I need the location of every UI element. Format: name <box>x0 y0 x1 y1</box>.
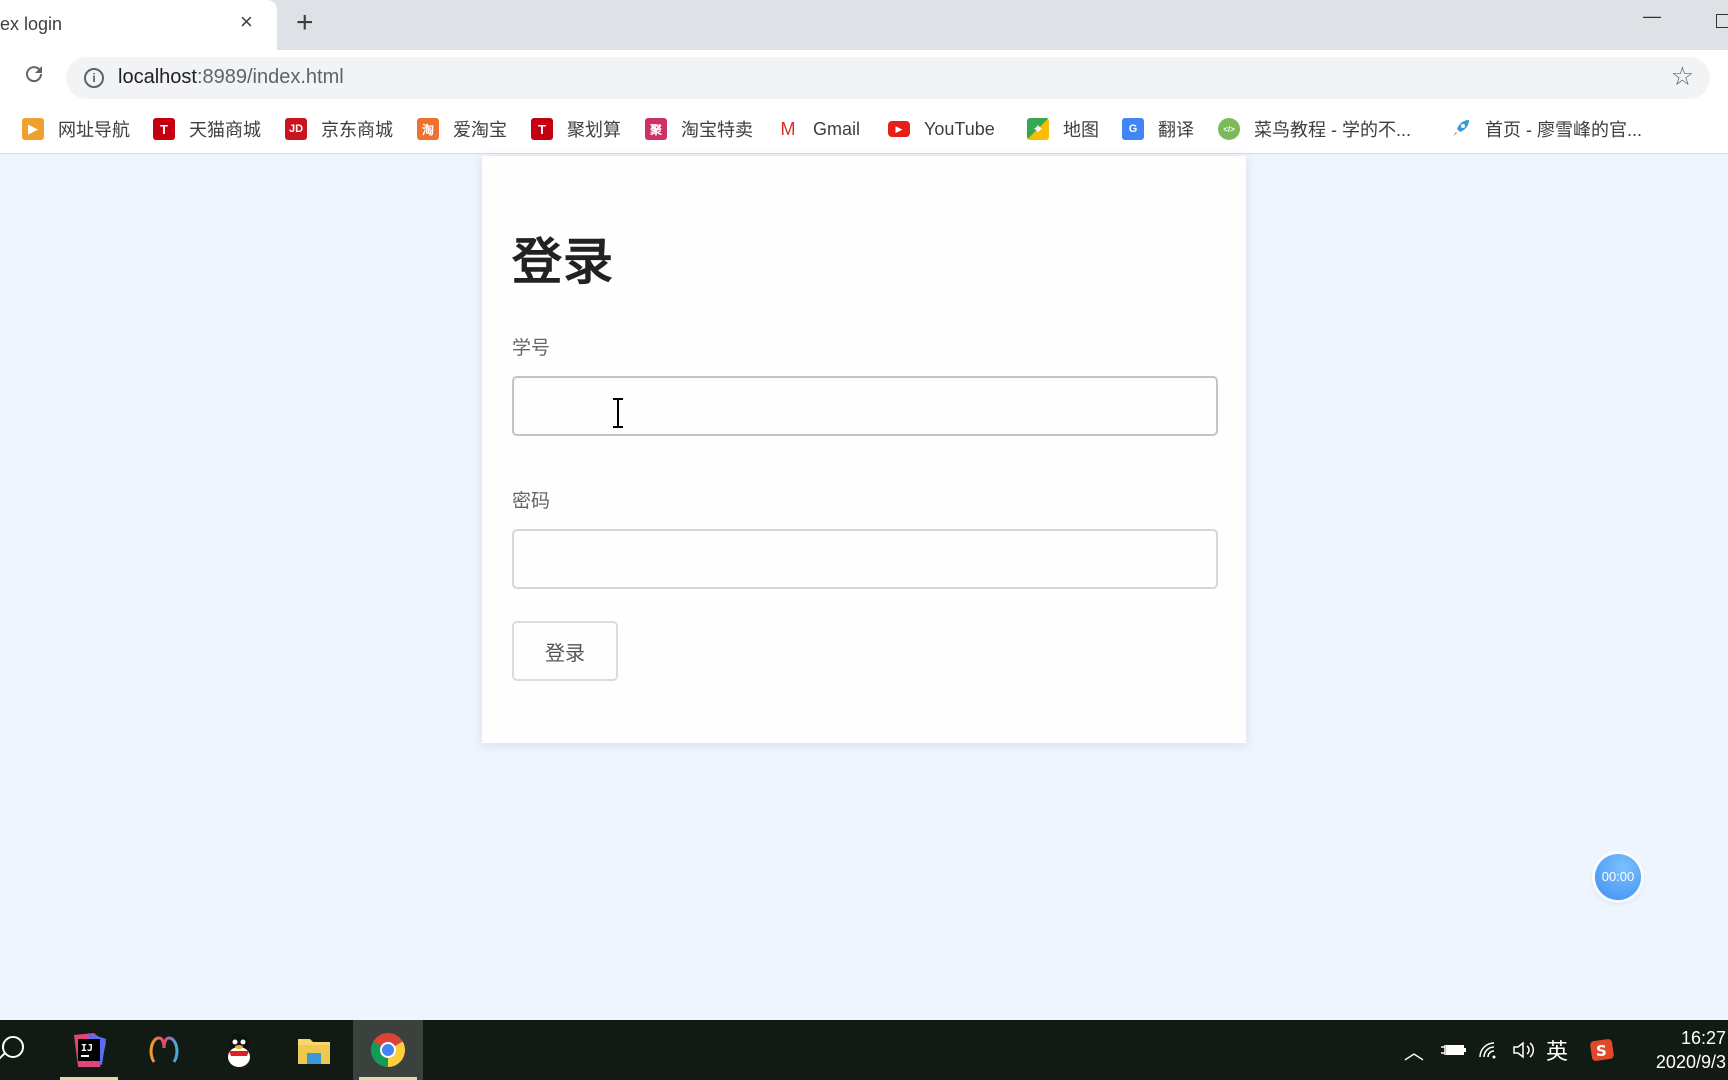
tmall-icon: T <box>153 118 175 140</box>
youtube-icon: ▶ <box>888 121 910 137</box>
clock-time: 16:27 <box>1680 1028 1726 1048</box>
battery-icon[interactable] <box>1440 1020 1466 1080</box>
bookmark-item[interactable]: M Gmail <box>777 116 861 142</box>
arrow-icon: ▶ <box>22 118 44 140</box>
bookmark-label: 首页 - 廖雪峰的官... <box>1485 120 1642 140</box>
juhuasuan-icon: T <box>531 118 553 140</box>
bookmark-item[interactable]: 聚 淘宝特卖 <box>645 116 753 142</box>
wifi-icon[interactable] <box>1478 1020 1500 1080</box>
bookmark-item[interactable]: ⌖ 地图 <box>1027 116 1099 142</box>
reload-icon[interactable] <box>22 62 46 91</box>
jd-icon: JD <box>285 118 307 140</box>
gmail-icon: M <box>780 118 796 139</box>
bookmark-item[interactable]: 淘 爱淘宝 <box>417 116 507 142</box>
bookmark-item[interactable]: ▶ 网址导航 <box>22 116 130 142</box>
bookmark-label: 聚划算 <box>567 120 621 140</box>
volume-icon[interactable] <box>1512 1020 1536 1080</box>
rocket-icon <box>1449 118 1471 140</box>
tab-strip: ex login × + — <box>0 0 1728 50</box>
tab-title: ex login <box>0 14 63 34</box>
bookmark-label: 京东商城 <box>321 120 393 140</box>
clock-date: 2020/9/3 <box>1655 1052 1726 1072</box>
login-card: 登录 学号 密码 登录 <box>482 156 1246 743</box>
bookmark-item[interactable]: </> 菜鸟教程 - 学的不... <box>1218 116 1411 142</box>
address-bar[interactable]: i localhost:8989/index.html ☆ <box>66 57 1710 99</box>
qq-icon <box>228 1033 250 1067</box>
sogou-ime-icon[interactable]: S <box>1590 1020 1614 1080</box>
url-text[interactable]: localhost:8989/index.html <box>118 66 344 89</box>
new-tab-icon[interactable]: + <box>296 8 314 38</box>
bookmark-label: YouTube <box>924 118 995 139</box>
bookmark-label: 翻译 <box>1158 120 1194 140</box>
taskbar-app-intellij[interactable]: IJ <box>54 1020 124 1080</box>
search-icon[interactable] <box>2 1036 24 1058</box>
browser-tab[interactable]: ex login × <box>0 0 277 50</box>
svg-text:IJ: IJ <box>81 1043 93 1054</box>
ime-indicator[interactable]: 英 <box>1546 1020 1568 1080</box>
bookmark-label: 地图 <box>1063 120 1099 140</box>
taobao-sale-icon: 聚 <box>645 118 667 140</box>
bookmark-label: 淘宝特卖 <box>681 120 753 140</box>
chrome-icon <box>371 1033 405 1067</box>
translate-icon: G <box>1122 118 1144 140</box>
svg-text:S: S <box>1596 1042 1607 1060</box>
folder-icon <box>298 1039 330 1064</box>
runoob-icon: </> <box>1218 118 1240 140</box>
student-id-label: 学号 <box>512 338 551 359</box>
bookmark-label: 网址导航 <box>58 120 130 140</box>
restore-window-icon[interactable] <box>1716 14 1728 28</box>
bookmarks-bar: ▶ 网址导航 T 天猫商城 JD 京东商城 淘 爱淘宝 T 聚划算 聚 淘宝特卖… <box>0 106 1728 154</box>
system-clock[interactable]: 16:27 2020/9/3 <box>1640 1026 1726 1074</box>
info-icon[interactable]: i <box>84 68 104 88</box>
intellij-icon: IJ <box>74 1033 106 1067</box>
bookmark-item[interactable]: 首页 - 廖雪峰的官... <box>1449 116 1642 142</box>
url-path: :8989/index.html <box>196 66 344 88</box>
taskbar-app-file-explorer[interactable] <box>279 1020 349 1080</box>
bookmark-label: 爱淘宝 <box>453 120 507 140</box>
bookmark-item[interactable]: JD 京东商城 <box>285 116 393 142</box>
login-button[interactable]: 登录 <box>512 621 618 681</box>
navicat-icon <box>149 1036 179 1063</box>
taskbar-app-qq[interactable] <box>204 1020 274 1080</box>
page-title: 登录 <box>512 234 614 290</box>
page-content: 登录 学号 密码 登录 00:00 <box>0 154 1728 1020</box>
bookmark-item[interactable]: ▶ YouTube <box>888 116 995 142</box>
bookmark-item[interactable]: T 聚划算 <box>531 116 621 142</box>
bookmark-star-icon[interactable]: ☆ <box>1671 63 1694 89</box>
close-tab-icon[interactable]: × <box>240 11 253 33</box>
taskbar-app-navicat[interactable] <box>129 1020 199 1080</box>
taskbar-app-chrome[interactable] <box>353 1020 423 1080</box>
bookmark-item[interactable]: T 天猫商城 <box>153 116 261 142</box>
timer-badge[interactable]: 00:00 <box>1595 854 1641 900</box>
text-cursor-icon <box>613 398 623 428</box>
maps-icon: ⌖ <box>1027 118 1049 140</box>
bookmark-label: 天猫商城 <box>189 120 261 140</box>
bookmark-item[interactable]: G 翻译 <box>1122 116 1194 142</box>
taskbar: IJ ︿ 英 S 16:27 2020/9/3 <box>0 1020 1728 1080</box>
password-label: 密码 <box>512 491 551 512</box>
bookmark-label: Gmail <box>813 118 861 139</box>
bookmark-label: 菜鸟教程 - 学的不... <box>1254 120 1411 140</box>
password-input[interactable] <box>512 529 1218 589</box>
minimize-icon[interactable]: — <box>1643 6 1661 27</box>
browser-toolbar: i localhost:8989/index.html ☆ <box>0 50 1728 106</box>
url-host: localhost <box>118 66 197 88</box>
show-hidden-icons-icon[interactable]: ︿ <box>1404 1020 1424 1080</box>
taobao-icon: 淘 <box>417 118 439 140</box>
